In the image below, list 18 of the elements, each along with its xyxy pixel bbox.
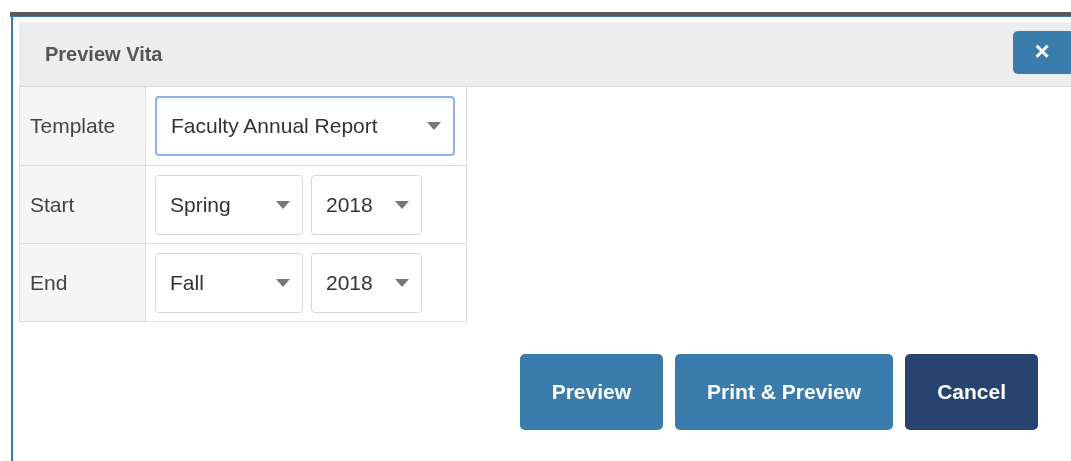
field-label: Start xyxy=(30,191,75,218)
field-label: Template xyxy=(30,113,116,140)
action-button[interactable]: Preview xyxy=(519,354,664,430)
dropdown-select[interactable]: 2018 xyxy=(311,252,422,313)
dropdown-select[interactable]: 2018 xyxy=(311,174,422,235)
close-button[interactable]: × xyxy=(1013,30,1071,74)
action-button[interactable]: Cancel xyxy=(905,354,1038,430)
dropdown-select[interactable]: Faculty Annual Report xyxy=(155,96,455,156)
dialog-title: Preview Vita xyxy=(45,42,163,67)
caret-icon xyxy=(427,122,441,130)
dropdown-select[interactable]: Fall xyxy=(155,252,303,313)
field-label: End xyxy=(30,269,68,296)
caret-icon xyxy=(395,200,409,209)
caret-icon xyxy=(276,278,290,287)
action-button[interactable]: Print & Preview xyxy=(675,354,894,430)
caret-icon xyxy=(395,278,409,287)
caret-icon xyxy=(276,200,290,209)
dropdown-select[interactable]: Spring xyxy=(155,174,303,235)
